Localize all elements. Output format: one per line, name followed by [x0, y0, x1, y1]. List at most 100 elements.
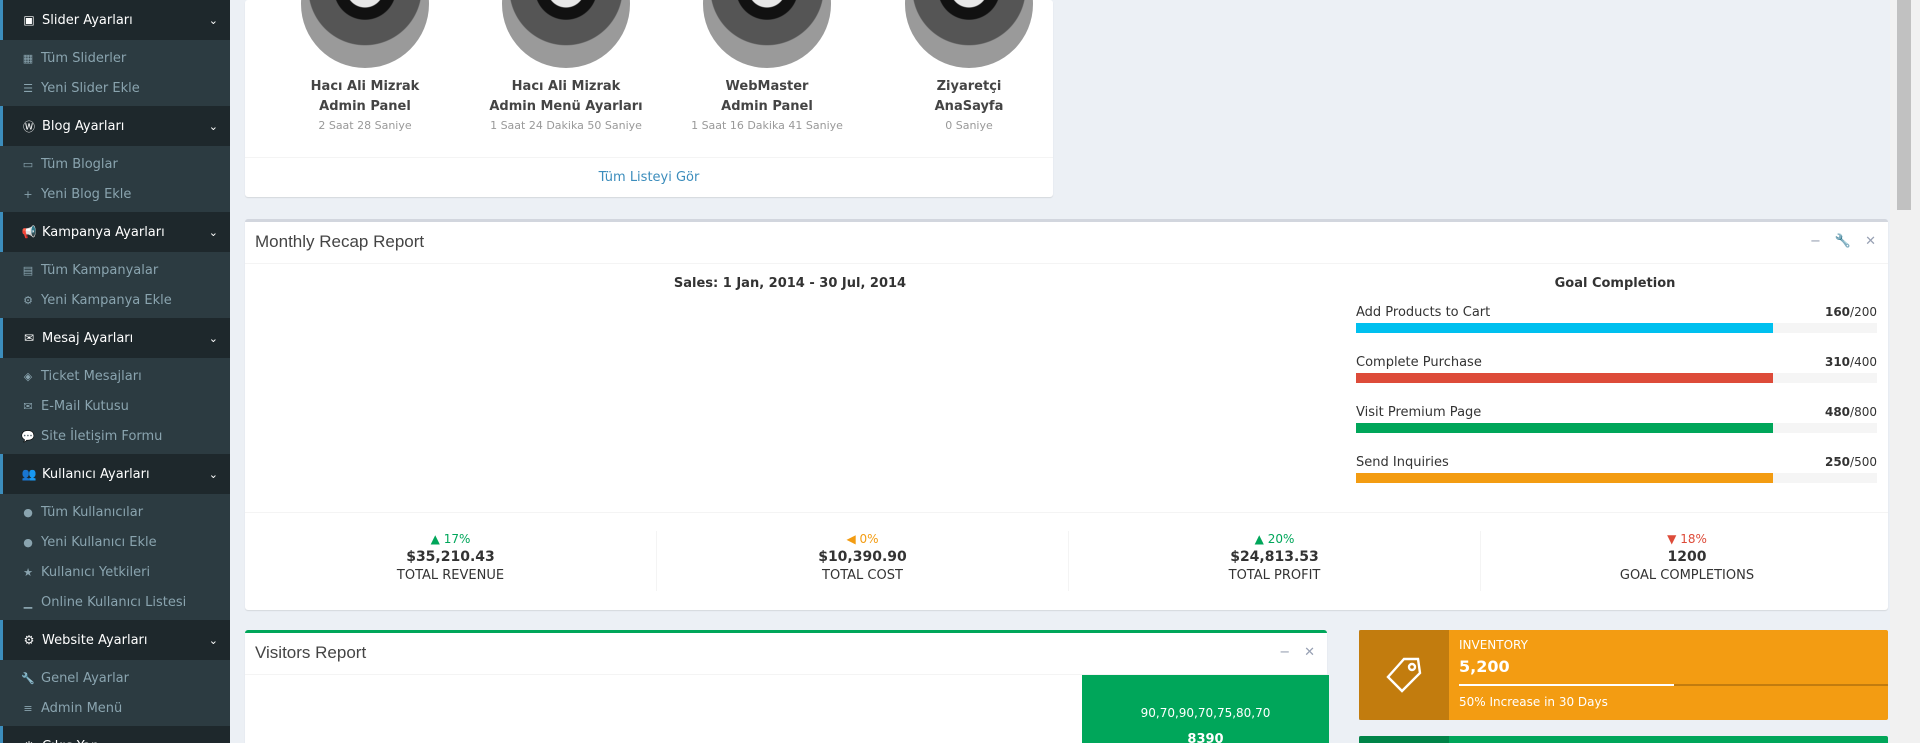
chevron-down-icon[interactable]: ⌄	[209, 634, 218, 647]
progress-label: Complete Purchase	[1356, 355, 1482, 370]
avatar[interactable]	[905, 0, 1033, 68]
collapse-icon[interactable]: −	[1279, 645, 1290, 660]
sidebar-section-label: Slider Ayarları	[42, 12, 133, 28]
users-icon: 👥	[21, 467, 37, 481]
ticket-icon: ◈	[23, 369, 33, 383]
sidebar-section-header[interactable]: ⚙ Website Ayarları ⌄	[0, 620, 230, 660]
user-location: Admin Panel	[319, 99, 411, 114]
progress-bar	[1356, 323, 1877, 333]
gear-icon: ⚙	[23, 293, 33, 307]
avatar[interactable]	[502, 0, 630, 68]
power-icon: ⏻	[21, 739, 37, 743]
user-card[interactable]: WebMaster Admin Panel 1 Saat 16 Dakika 4…	[667, 0, 867, 134]
progress-total: /200	[1850, 305, 1877, 319]
progress-number: 160	[1824, 305, 1851, 319]
progress-number: 480	[1824, 405, 1851, 419]
user-plus-icon: ●	[23, 535, 33, 549]
plus-icon: +	[23, 187, 33, 201]
sidebar-item[interactable]: ☰ Yeni Slider Ekle	[0, 73, 230, 103]
wordpress-icon: Ⓦ	[22, 119, 35, 134]
sidebar-item[interactable]: + Yeni Blog Ekle	[0, 179, 230, 209]
sidebar-item[interactable]: ✉ E-Mail Kutusu	[0, 391, 230, 421]
view-all-users-link[interactable]: Tüm Listeyi Gör	[599, 170, 700, 185]
sidebar-item-label: Tüm Kampanyalar	[41, 262, 159, 278]
user-card[interactable]: Ziyaretçi AnaSayfa 0 Saniye	[869, 0, 1069, 134]
sidebar-item[interactable]: ▭ Tüm Bloglar	[0, 149, 230, 179]
sidebar-item[interactable]: ≡ Admin Menü	[0, 693, 230, 723]
info-icon-area	[1359, 736, 1449, 743]
trend-arrow-icon: ◀	[846, 532, 856, 546]
description-label: TOTAL PROFIT	[1228, 568, 1321, 583]
logout-button[interactable]: ⏻ Çıkış Yap	[0, 726, 230, 743]
scrollbar-thumb[interactable]	[1897, 0, 1911, 210]
user-name[interactable]: Hacı Ali Mizrak	[265, 77, 465, 97]
sidebar-item[interactable]: ▁ Online Kullanıcı Listesi	[0, 587, 230, 617]
sidebar-item[interactable]: 💬 Site İletişim Formu	[0, 421, 230, 451]
avatar[interactable]	[703, 0, 831, 68]
close-icon[interactable]: ✕	[1304, 645, 1315, 660]
sidebar-item-label: Kullanıcı Yetkileri	[41, 564, 151, 580]
sidebar-item[interactable]: 🔧 Genel Ayarlar	[0, 663, 230, 693]
chevron-down-icon[interactable]: ⌄	[209, 226, 218, 239]
sidebar-item-label: Genel Ayarlar	[41, 670, 129, 686]
wrench-icon: 🔧	[21, 671, 35, 685]
box-tools: − 🔧 ✕	[1810, 234, 1876, 249]
sidebar-item[interactable]: ★ Kullanıcı Yetkileri	[0, 557, 230, 587]
sidebar-item[interactable]: ▤ Tüm Kampanyalar	[0, 255, 230, 285]
sidebar-item-label: Yeni Blog Ekle	[41, 186, 132, 202]
user-card[interactable]: Hacı Ali Mizrak Admin Menü Ayarları 1 Sa…	[466, 0, 666, 134]
user-duration: 1 Saat 16 Dakika 41 Saniye	[691, 119, 843, 132]
image-icon: ▣	[23, 13, 35, 27]
user-name[interactable]: Hacı Ali Mizrak	[466, 77, 666, 97]
progress-number: 250	[1824, 455, 1851, 469]
progress-total: /400	[1850, 355, 1877, 369]
inventory-info-box: INVENTORY 5,200 50% Increase in 30 Days	[1359, 630, 1888, 720]
progress-total: /800	[1850, 405, 1877, 419]
sidebar-item[interactable]: ◈ Ticket Mesajları	[0, 361, 230, 391]
sidebar-section-header[interactable]: 👥 Kullanıcı Ayarları ⌄	[0, 454, 230, 494]
avatar[interactable]	[301, 0, 429, 68]
logout-label: Çıkış Yap	[42, 739, 218, 743]
sidebar-submenu: ● Tüm Kullanıcılar ● Yeni Kullanıcı Ekle ★…	[0, 494, 230, 620]
sidebar-item[interactable]: ▦ Tüm Sliderler	[0, 43, 230, 73]
info-progress	[1459, 684, 1888, 686]
sidebar-item-label: Online Kullanıcı Listesi	[41, 594, 187, 610]
sidebar-section-header[interactable]: ✉ Mesaj Ayarları ⌄	[0, 318, 230, 358]
progress-label: Visit Premium Page	[1356, 405, 1482, 420]
chevron-down-icon[interactable]: ⌄	[209, 120, 218, 133]
description-block: ◀ 0% $10,390.90 TOTAL COST	[657, 531, 1069, 591]
trend-arrow-icon: ▼	[1667, 532, 1677, 546]
sidebar-item-label: Ticket Mesajları	[41, 368, 142, 384]
users-footer: Tüm Listeyi Gör	[245, 157, 1053, 197]
sidebar-item[interactable]: ⚙ Yeni Kampanya Ekle	[0, 285, 230, 315]
description-value: $24,813.53	[1230, 549, 1319, 565]
user-name[interactable]: WebMaster	[667, 77, 867, 97]
scrollbar[interactable]	[1890, 0, 1920, 743]
chevron-down-icon[interactable]: ⌄	[209, 14, 218, 27]
progress-fill	[1356, 323, 1773, 333]
user-card[interactable]: Hacı Ali Mizrak Admin Panel 2 Saat 28 Sa…	[265, 0, 465, 134]
description-block: ▲ 20% $24,813.53 TOTAL PROFIT	[1069, 531, 1481, 591]
sidebar-submenu: ▦ Tüm Sliderler ☰ Yeni Slider Ekle	[0, 40, 230, 106]
sidebar-item[interactable]: ● Yeni Kullanıcı Ekle	[0, 527, 230, 557]
sidebar-section-header[interactable]: ▣ Slider Ayarları ⌄	[0, 0, 230, 40]
sidebar-section-label: Blog Ayarları	[42, 118, 125, 134]
chevron-down-icon[interactable]: ⌄	[209, 468, 218, 481]
user-duration: 0 Saniye	[945, 119, 993, 132]
sidebar-section-header[interactable]: Ⓦ Blog Ayarları ⌄	[0, 106, 230, 146]
collapse-icon[interactable]: −	[1810, 234, 1821, 249]
sidebar-section-header[interactable]: 📢 Kampanya Ayarları ⌄	[0, 212, 230, 252]
sidebar-item-label: Yeni Slider Ekle	[41, 80, 140, 96]
trend-arrow-icon: ▲	[1254, 532, 1264, 546]
monthly-recap-box: Monthly Recap Report − 🔧 ✕ Sales: 1 Jan,…	[245, 219, 1888, 610]
close-icon[interactable]: ✕	[1865, 234, 1876, 249]
wrench-icon[interactable]: 🔧	[1835, 234, 1851, 249]
chevron-down-icon[interactable]: ⌄	[209, 332, 218, 345]
visitors-stats-column: 90,70,90,70,75,80,70 8390	[1082, 675, 1329, 743]
sidebar-submenu: ▭ Tüm Bloglar + Yeni Blog Ekle	[0, 146, 230, 212]
calendar-icon: ▭	[22, 157, 34, 171]
progress-label: Send Inquiries	[1356, 455, 1449, 470]
user-name[interactable]: Ziyaretçi	[869, 77, 1069, 97]
description-block: ▲ 17% $35,210.43 TOTAL REVENUE	[245, 531, 657, 591]
sidebar-item[interactable]: ● Tüm Kullanıcılar	[0, 497, 230, 527]
